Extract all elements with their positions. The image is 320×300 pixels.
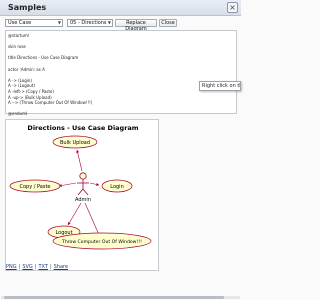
diagram-type-value: Use Case xyxy=(8,20,32,26)
context-tooltip: Right click on the xyxy=(199,81,241,91)
sample-value: 05 - Directions xyxy=(70,20,107,26)
export-links: PNG | SVG | TXT | Share xyxy=(6,264,68,272)
close-button[interactable]: Close xyxy=(159,19,177,27)
png-link[interactable]: PNG xyxy=(6,264,17,270)
arrow-copy-paste xyxy=(58,182,77,188)
arrow-login xyxy=(89,182,100,186)
chevron-down-icon: ▼ xyxy=(57,20,61,25)
horizontal-scrollbar[interactable] xyxy=(1,296,240,299)
txt-link[interactable]: TXT xyxy=(38,264,47,270)
usecase-label: Throw Computer Out Of Window!!! xyxy=(61,239,142,245)
usecase-label: Copy / Paste xyxy=(19,184,50,190)
code-text[interactable]: @startuml skin rose title Directions - U… xyxy=(8,33,92,117)
window-title: Samples xyxy=(8,3,47,12)
usecase-label: Bulk Upload xyxy=(60,140,90,146)
arrow-logout xyxy=(67,202,82,226)
actor-admin xyxy=(77,172,89,196)
diagram-type-select[interactable]: Use Case ▼ xyxy=(5,19,63,27)
close-icon[interactable]: × xyxy=(227,2,238,13)
share-link[interactable]: Share xyxy=(54,264,68,270)
diagram-title: Directions - Use Case Diagram xyxy=(27,124,138,132)
usecase-bulk-upload[interactable]: Bulk Upload xyxy=(52,135,98,149)
actor-label: Admin xyxy=(75,197,91,203)
use-case-diagram: Directions - Use Case Diagram Admin Bulk… xyxy=(9,124,152,250)
code-editor[interactable]: @startuml skin rose title Directions - U… xyxy=(5,30,237,117)
chevron-down-icon: ▼ xyxy=(107,20,111,25)
usecase-login[interactable]: Login xyxy=(101,179,133,193)
replace-diagram-button[interactable]: Replace Diagram xyxy=(115,19,157,32)
sample-select[interactable]: 05 - Directions ▼ xyxy=(67,19,113,27)
arrow-bulk-upload xyxy=(76,149,83,172)
arrow-throw xyxy=(84,202,101,238)
scrollbar-thumb[interactable] xyxy=(4,296,224,299)
usecase-copy-paste[interactable]: Copy / Paste xyxy=(9,179,61,193)
window-titlebar: Samples × xyxy=(0,0,241,16)
usecase-label: Login xyxy=(110,184,124,190)
diagram-preview: Directions - Use Case Diagram Admin Bulk… xyxy=(5,119,159,271)
toolbar: Use Case ▼ 05 - Directions ▼ Replace Dia… xyxy=(5,19,237,32)
usecase-throw-computer[interactable]: Throw Computer Out Of Window!!! xyxy=(52,232,152,250)
svg-link[interactable]: SVG xyxy=(22,264,32,270)
